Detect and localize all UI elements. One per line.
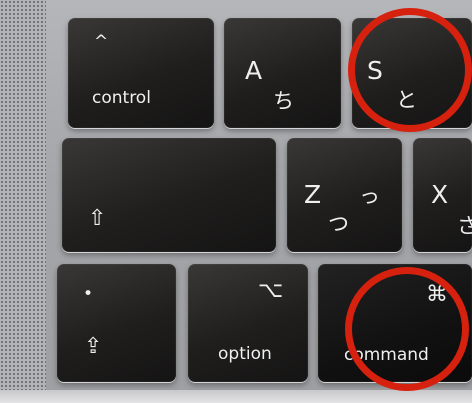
- speaker-grille: [0, 0, 46, 403]
- x-letter: X: [431, 180, 449, 209]
- x-kana: さ: [457, 214, 472, 238]
- case-edge: [0, 390, 472, 403]
- fn-indicator-dot: •: [83, 284, 94, 304]
- shift-key: ⇧: [62, 138, 276, 252]
- keyboard-photo: ^ control A ち S と ⇧ Z っ つ X さ • ⇪ ⌥ opti…: [0, 0, 472, 403]
- option-glyph: ⌥: [258, 278, 284, 303]
- a-kana: ち: [273, 89, 294, 113]
- option-label: option: [218, 344, 272, 364]
- a-key: A ち: [224, 18, 341, 128]
- control-label: control: [92, 88, 151, 108]
- fn-key: • ⇪: [57, 264, 176, 382]
- z-kana-small: っ: [359, 184, 380, 208]
- fn-arrow-glyph: ⇪: [84, 334, 103, 359]
- control-arrow-glyph: ^: [94, 32, 109, 52]
- option-key: ⌥ option: [188, 264, 308, 382]
- highlight-circle-s: [348, 8, 472, 132]
- x-key: X さ: [413, 138, 472, 252]
- highlight-circle-command: [345, 267, 469, 391]
- z-kana: つ: [328, 212, 349, 236]
- control-key: ^ control: [68, 18, 214, 128]
- z-key: Z っ つ: [287, 138, 402, 252]
- z-letter: Z: [304, 180, 322, 209]
- a-letter: A: [245, 56, 263, 85]
- shift-arrow-glyph: ⇧: [88, 206, 107, 231]
